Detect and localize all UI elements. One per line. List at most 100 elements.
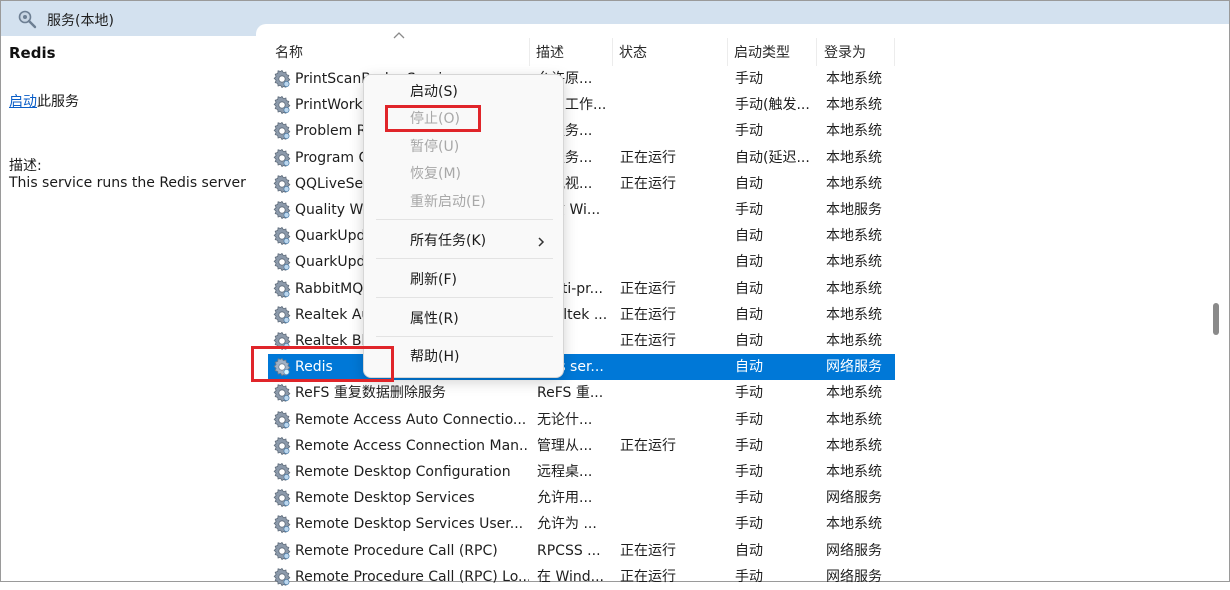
service-gear-icon xyxy=(273,279,291,298)
service-logon-cell: 本地系统 xyxy=(826,306,882,323)
service-startup-cell: 手动 xyxy=(735,202,763,218)
menu-item-resume: 恢复(M) xyxy=(410,166,462,182)
menu-item-properties[interactable]: 属性(R) xyxy=(410,307,459,331)
service-logon-cell: 本地系统 xyxy=(826,149,882,166)
chevron-right-icon xyxy=(538,237,545,247)
table-row[interactable]: Remote Desktop Services 允许用... 手动 网络服务 xyxy=(268,485,895,511)
service-startup-cell: 手动 xyxy=(735,71,763,87)
service-status-cell xyxy=(620,511,720,537)
column-header-status[interactable]: 状态 xyxy=(614,38,728,66)
service-startup-cell: 自动 xyxy=(735,542,763,559)
service-status-cell: 正在运行 xyxy=(620,542,676,559)
service-logon-cell: 网络服务 xyxy=(826,359,882,376)
services-icon xyxy=(18,10,37,29)
service-startup-cell: 自动 xyxy=(735,333,763,349)
menu-item-refresh[interactable]: 刷新(F) xyxy=(410,268,457,292)
service-status-cell xyxy=(620,197,720,223)
service-logon-cell: 本地系统 xyxy=(826,464,882,480)
service-status-cell: 正在运行 xyxy=(620,437,676,454)
menu-item-help[interactable]: 帮助(H) xyxy=(410,345,459,369)
service-startup-cell: 手动 xyxy=(735,568,763,585)
column-header-logon-as[interactable]: 登录为 xyxy=(819,38,895,66)
service-startup-cell: 手动 xyxy=(735,123,763,140)
service-startup-cell: 自动 xyxy=(735,254,763,271)
service-status-cell: 正在运行 xyxy=(620,280,676,297)
service-startup-cell: 自动 xyxy=(735,306,763,323)
service-logon-cell: 网络服务 xyxy=(826,542,882,559)
service-gear-icon xyxy=(273,384,291,403)
table-row[interactable]: Remote Procedure Call (RPC) Lo... 在 Wind.… xyxy=(268,564,895,590)
service-description-cell: 允许用... xyxy=(537,490,593,507)
service-name-cell: Remote Access Auto Connectio... xyxy=(295,411,527,428)
service-gear-icon xyxy=(273,148,291,167)
table-row[interactable]: Remote Desktop Services User... 允许为 ... 手动… xyxy=(268,511,895,537)
menu-separator xyxy=(376,336,553,337)
service-description-cell: RPCSS ... xyxy=(537,542,601,559)
service-status-cell xyxy=(620,459,720,485)
column-header-description[interactable]: 描述 xyxy=(531,38,613,66)
start-service-suffix: 此服务 xyxy=(37,94,79,110)
menu-item-start[interactable]: 启动(S) xyxy=(410,80,458,104)
column-header-startup-type[interactable]: 启动类型 xyxy=(729,38,817,66)
service-name-cell: Remote Access Connection Man... xyxy=(295,437,529,454)
service-logon-cell: 本地系统 xyxy=(826,516,882,533)
service-description-cell: 无论什... xyxy=(537,411,593,428)
menu-item-all-tasks[interactable]: 所有任务(K) xyxy=(410,229,486,253)
vertical-scrollbar-thumb[interactable] xyxy=(1213,303,1219,335)
service-gear-icon xyxy=(273,200,291,220)
service-startup-cell: 手动 xyxy=(735,516,763,533)
service-gear-icon xyxy=(273,489,291,508)
service-startup-cell: 自动 xyxy=(735,359,763,376)
table-row[interactable]: Remote Desktop Configuration 远程桌... 手动 本地系统 xyxy=(268,459,895,485)
service-description-cell: 允许为 ... xyxy=(537,516,597,533)
service-description-cell: ReFS 重... xyxy=(537,385,604,402)
service-description-cell: 远程桌... xyxy=(537,464,593,480)
service-status-cell xyxy=(620,407,720,433)
service-startup-cell: 自动 xyxy=(735,280,763,297)
menu-separator xyxy=(376,219,553,220)
service-logon-cell: 本地系统 xyxy=(826,411,882,428)
start-service-link[interactable]: 启动 xyxy=(9,94,37,110)
service-status-cell: 正在运行 xyxy=(620,175,676,192)
service-gear-icon xyxy=(273,227,291,246)
service-status-cell xyxy=(620,118,720,144)
service-status-cell xyxy=(620,223,720,249)
service-gear-icon xyxy=(273,436,291,455)
table-row[interactable]: ReFS 重复数据删除服务 ReFS 重... 手动 本地系统 xyxy=(268,380,895,406)
menu-separator xyxy=(376,297,553,298)
service-gear-icon xyxy=(273,96,291,115)
service-status-cell: 正在运行 xyxy=(620,568,676,585)
service-status-cell: 正在运行 xyxy=(620,306,676,323)
service-startup-cell: 自动 xyxy=(735,175,763,192)
service-logon-cell: 本地系统 xyxy=(826,333,882,349)
service-logon-cell: 网络服务 xyxy=(826,490,882,507)
table-row[interactable]: Remote Procedure Call (RPC) RPCSS ... 正在运行… xyxy=(268,538,895,564)
service-logon-cell: 本地系统 xyxy=(826,385,882,402)
service-logon-cell: 本地服务 xyxy=(826,202,882,218)
menu-item-restart: 重新启动(E) xyxy=(410,194,486,210)
service-startup-cell: 手动 xyxy=(735,411,763,428)
service-logon-cell: 本地系统 xyxy=(826,254,882,271)
service-status-cell xyxy=(620,66,720,92)
service-status-cell: 正在运行 xyxy=(620,149,676,166)
table-row[interactable]: Remote Access Auto Connectio... 无论什... 手动 本… xyxy=(268,407,895,433)
service-startup-cell: 手动 xyxy=(735,437,763,454)
service-status-cell xyxy=(620,92,720,118)
window-title: 服务(本地) xyxy=(47,13,114,29)
service-gear-icon xyxy=(273,462,291,482)
service-name-cell: Remote Desktop Services xyxy=(295,490,475,507)
description-label: 描述: xyxy=(9,158,42,174)
column-header-name[interactable]: 名称 xyxy=(270,38,530,66)
service-name-cell: Remote Procedure Call (RPC) xyxy=(295,542,498,559)
highlight-box-stop xyxy=(385,105,481,132)
service-status-cell xyxy=(620,354,720,380)
service-status-cell: 正在运行 xyxy=(620,333,676,349)
menu-separator xyxy=(376,258,553,259)
service-gear-icon xyxy=(273,305,291,324)
service-logon-cell: 本地系统 xyxy=(826,437,882,454)
service-status-cell xyxy=(620,485,720,511)
service-logon-cell: 网络服务 xyxy=(826,568,882,585)
table-row[interactable]: Remote Access Connection Man... 管理从... 正在运… xyxy=(268,433,895,459)
service-name-cell: Remote Desktop Configuration xyxy=(295,464,511,480)
service-logon-cell: 本地系统 xyxy=(826,71,882,87)
